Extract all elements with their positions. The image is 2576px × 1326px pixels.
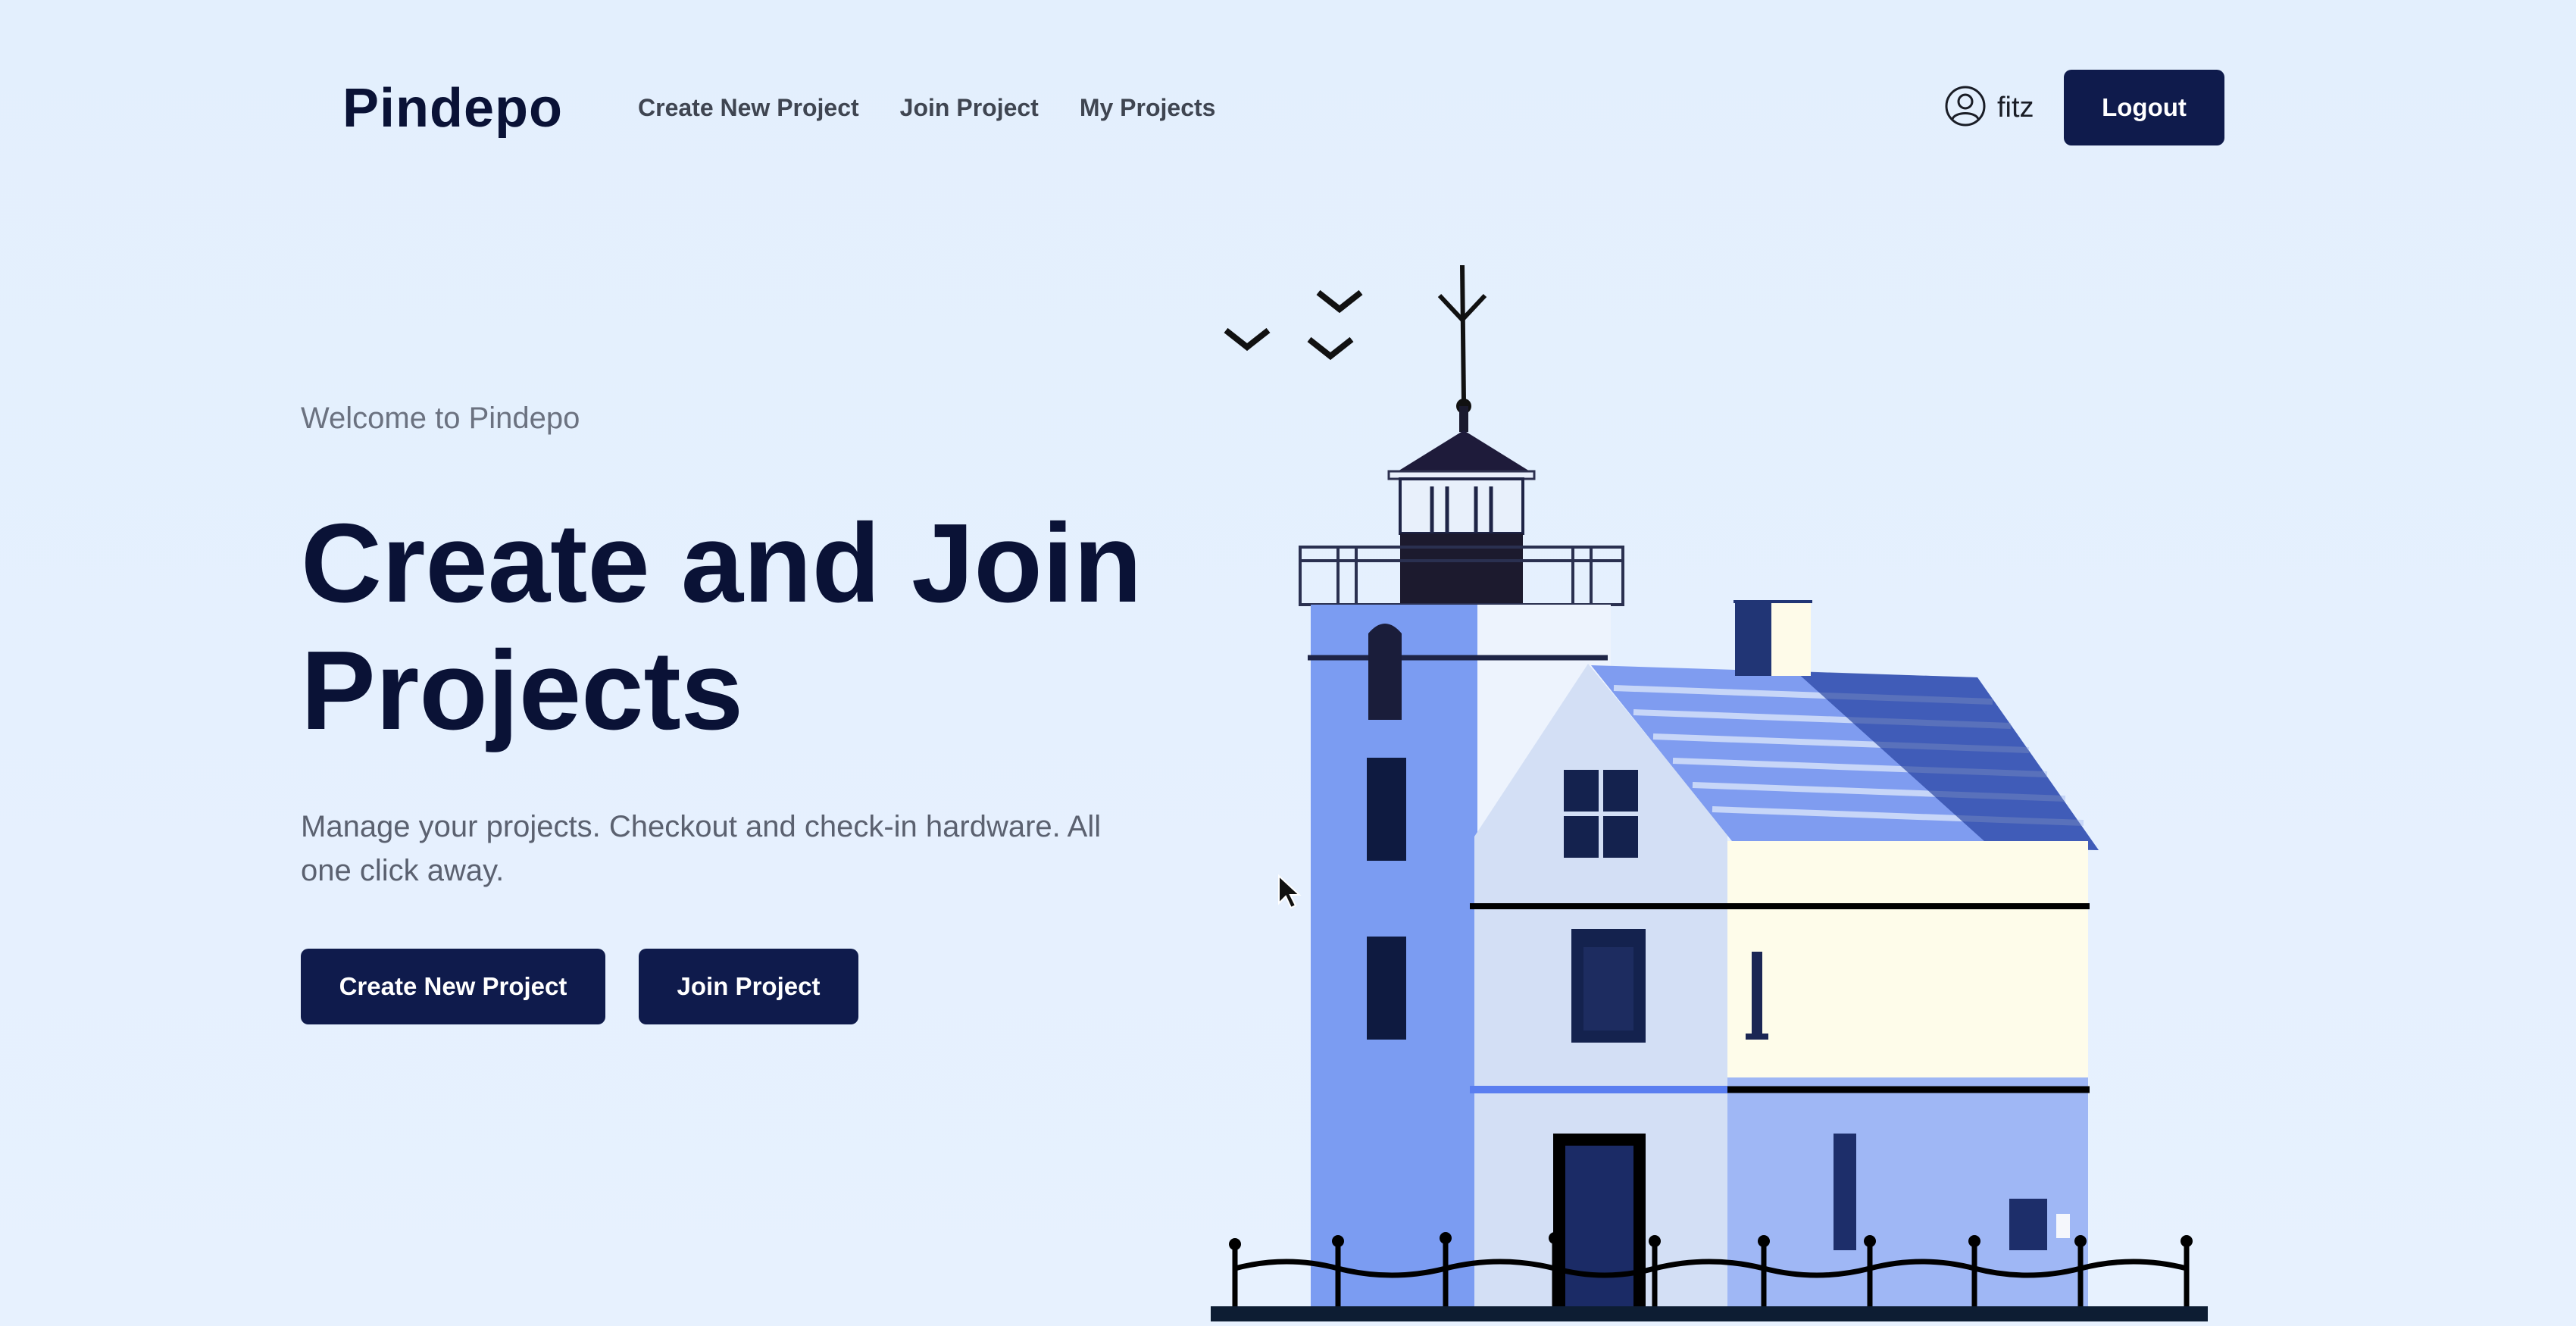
lighthouse-illustration [1211, 264, 2208, 1321]
join-project-button[interactable]: Join Project [639, 949, 858, 1024]
create-new-project-button[interactable]: Create New Project [301, 949, 605, 1024]
antenna-icon [1437, 264, 1487, 402]
nav-my-projects[interactable]: My Projects [1080, 94, 1216, 122]
hero-headline-line1: Create and Join [301, 501, 1143, 626]
hero-headline: Create and Join Projects [301, 500, 1210, 755]
brand-logo[interactable]: Pindepo [342, 77, 563, 139]
welcome-text: Welcome to Pindepo [301, 402, 580, 435]
birds-icon [1224, 289, 1363, 361]
logout-button[interactable]: Logout [2064, 70, 2224, 145]
nav-create-new-project[interactable]: Create New Project [638, 94, 859, 122]
mouse-cursor-icon [1278, 874, 1302, 909]
landing-page: Pindepo Create New Project Join Project … [0, 0, 2576, 1326]
user-circle-icon [1944, 85, 1987, 131]
username: fitz [1997, 92, 2034, 124]
user-profile[interactable]: fitz [1944, 85, 2034, 131]
nav-join-project[interactable]: Join Project [900, 94, 1039, 122]
hero-subtitle: Manage your projects. Checkout and check… [301, 810, 1102, 887]
main-nav: Create New Project Join Project My Proje… [638, 94, 1215, 122]
hero-headline-line2: Projects [301, 628, 744, 753]
